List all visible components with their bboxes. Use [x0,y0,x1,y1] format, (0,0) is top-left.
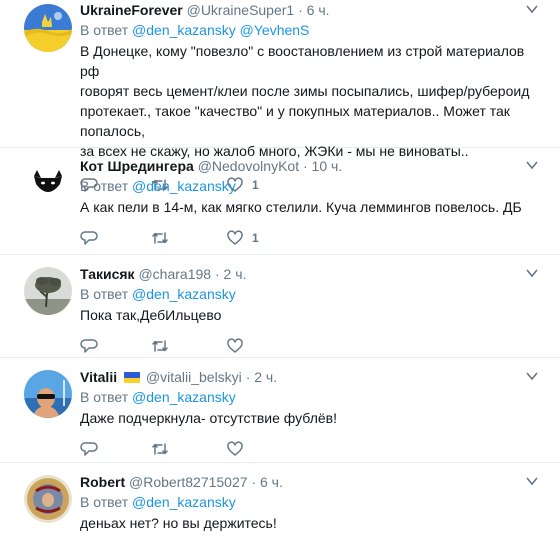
tweet-text: В Донецке, кому "повезло" с воостановлен… [80,41,560,161]
tweet-actions [80,336,560,356]
reply-button[interactable] [80,336,98,356]
retweet-icon [152,443,168,455]
avatar[interactable] [24,370,72,418]
timestamp[interactable]: 2 ч. [224,266,247,282]
tweet[interactable]: Vitalii @vitalii_belskyi · 2 ч. В ответ … [0,358,560,463]
reply-prefix: В ответ [80,286,129,302]
user-handle[interactable]: @UkraineSuper1 [187,2,295,18]
avatar[interactable] [24,4,72,52]
tweet-text: А как пели в 14-м, как мягко стелили. Ку… [80,197,560,217]
separator-dot: · [251,474,257,490]
tweet-actions [80,439,560,459]
reply-icon [80,231,98,245]
timestamp[interactable]: 10 ч. [312,158,343,174]
text-line: говорят весь цемент/клеи после зимы посы… [80,83,530,99]
text-line: деньах нет? но вы держитесь! [80,515,277,531]
reply-context: В ответ @den_kazansky [80,387,560,407]
tweet-text: деньах нет? но вы держитесь! [80,513,560,533]
avatar[interactable] [24,158,72,206]
tweet-header: Robert @Robert82715027 · 6 ч. [80,472,560,492]
text-line: А как пели в 14-м, как мягко стелили. Ку… [80,199,522,215]
separator-dot: · [245,369,251,385]
retweet-button[interactable] [151,439,169,459]
timestamp[interactable]: 2 ч. [254,369,277,385]
user-handle[interactable]: @chara198 [138,266,211,282]
user-handle[interactable]: @NedovolnyKot [198,158,299,174]
mention-link[interactable]: @den_kazansky [132,286,236,302]
like-icon [227,338,243,353]
tweet[interactable]: UkraineForever @UkraineSuper1 · 6 ч. В о… [0,0,560,192]
tweet-header: Кот Шредингера @NedovolnyKot · 10 ч. [80,156,560,176]
timestamp[interactable]: 6 ч. [307,2,330,18]
tweet[interactable]: Такисяк @chara198 · 2 ч. В ответ @den_ka… [0,255,560,358]
like-button[interactable]: 1 [226,228,259,248]
avatar[interactable] [24,267,72,315]
reply-prefix: В ответ [80,22,129,38]
like-icon [227,441,243,456]
tweet-text: Даже подчеркнула- отсутствие фублёв! [80,408,560,428]
separator-dot: · [298,2,303,18]
like-button[interactable] [226,439,244,459]
caret-down-icon[interactable] [526,476,538,486]
reply-context: В ответ @den_kazansky [80,284,560,304]
reply-prefix: В ответ [80,178,129,194]
reply-context: В ответ @den_kazansky [80,176,560,196]
caret-down-icon[interactable] [526,4,538,14]
retweet-button[interactable] [151,336,169,356]
caret-down-icon[interactable] [526,268,538,278]
display-name[interactable]: Robert [80,474,125,490]
tweet[interactable]: Кот Шредингера @NedovolnyKot · 10 ч. В о… [0,148,560,255]
reply-button[interactable] [80,439,98,459]
mention-link[interactable]: @den_kazansky [132,389,236,405]
reply-prefix: В ответ [80,389,129,405]
reply-icon [80,442,98,456]
avatar[interactable] [24,475,72,523]
replies-feed: UkraineForever @UkraineSuper1 · 6 ч. В о… [0,0,560,539]
reply-icon [80,339,98,353]
reply-context: В ответ @den_kazansky [80,492,560,512]
mention-link[interactable]: @den_kazansky [132,22,236,38]
tweet[interactable]: Robert @Robert82715027 · 6 ч. В ответ @d… [0,463,560,539]
like-count: 1 [252,231,259,245]
mention-link[interactable]: @den_kazansky [132,494,236,510]
ukraine-flag-icon [123,372,140,383]
mention-link[interactable]: @den_kazansky [132,178,236,194]
retweet-icon [152,340,168,352]
tweet-text: Пока так,ДебИльцево [80,305,560,325]
tweet-actions: 1 [80,228,560,248]
timestamp[interactable]: 6 ч. [260,474,283,490]
like-icon [227,230,243,245]
text-line: В Донецке, кому "повезло" с воостановлен… [80,43,525,79]
display-name[interactable]: Кот Шредингера [80,158,194,174]
text-line: Даже подчеркнула- отсутствие фублёв! [80,410,337,426]
display-name[interactable]: Vitalii [80,369,117,385]
like-button[interactable] [226,336,244,356]
caret-down-icon[interactable] [526,371,538,381]
reply-prefix: В ответ [80,494,129,510]
reply-button[interactable] [80,228,98,248]
reply-context: В ответ @den_kazansky @YevhenS [80,20,560,40]
display-name[interactable]: Такисяк [80,266,135,282]
user-handle[interactable]: @vitalii_belskyi [146,369,242,385]
separator-dot: · [214,266,220,282]
separator-dot: · [302,158,308,174]
tweet-header: Такисяк @chara198 · 2 ч. [80,264,560,284]
display-name[interactable]: UkraineForever [80,2,183,18]
caret-down-icon[interactable] [526,160,538,170]
user-handle[interactable]: @Robert82715027 [129,474,248,490]
mention-link[interactable]: @YevhenS [240,22,310,38]
retweet-button[interactable] [151,228,169,248]
tweet-header: UkraineForever @UkraineSuper1 · 6 ч. [80,0,560,20]
retweet-icon [152,232,168,244]
tweet-header: Vitalii @vitalii_belskyi · 2 ч. [80,367,560,387]
text-line: протекает., такое "качество" и у покупны… [80,103,510,139]
text-line: Пока так,ДебИльцево [80,307,222,323]
